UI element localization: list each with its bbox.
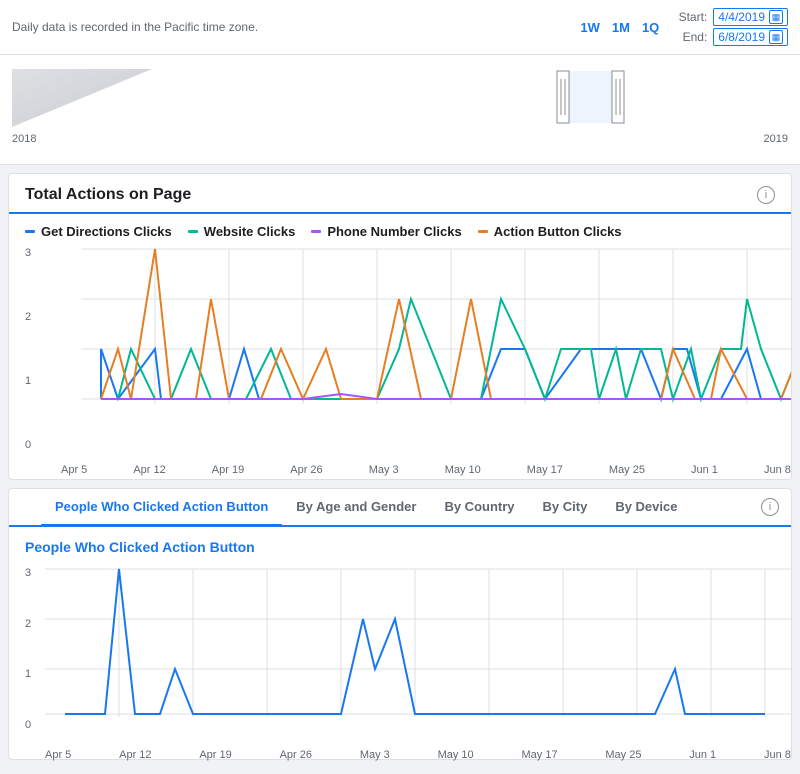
- y-label-b1: 1: [25, 668, 31, 680]
- tab-by-country[interactable]: By Country: [430, 489, 528, 526]
- legend-label-website: Website Clicks: [204, 224, 296, 239]
- legend-label-action: Action Button Clicks: [494, 224, 622, 239]
- x-label-b-apr12: Apr 12: [119, 749, 151, 761]
- legend-label-directions: Get Directions Clicks: [41, 224, 172, 239]
- y-label-b3: 3: [25, 567, 31, 579]
- x-label-may3: May 3: [369, 464, 399, 476]
- start-label: Start:: [675, 10, 707, 24]
- x-label-b-apr5: Apr 5: [45, 749, 71, 761]
- legend-action-button[interactable]: Action Button Clicks: [478, 224, 622, 239]
- total-actions-svg: [45, 239, 791, 459]
- legend-dot-phone: [311, 230, 321, 233]
- line-phone: [101, 394, 791, 399]
- start-date-input[interactable]: 4/4/2019 ▦: [713, 8, 788, 26]
- tab-age-gender[interactable]: By Age and Gender: [282, 489, 430, 526]
- y-axis-labels-bottom: 3 2 1 0: [25, 567, 31, 731]
- top-bar: Daily data is recorded in the Pacific ti…: [0, 0, 800, 55]
- y-label-b0: 0: [25, 719, 31, 731]
- total-actions-header: Total Actions on Page i: [9, 174, 791, 214]
- x-label-may10: May 10: [445, 464, 481, 476]
- start-date-value: 4/4/2019: [718, 10, 765, 24]
- x-label-jun1: Jun 1: [691, 464, 718, 476]
- y-label-0: 0: [25, 439, 31, 451]
- end-date-row: End: 6/8/2019 ▦: [675, 28, 788, 46]
- legend-dot-directions: [25, 230, 35, 233]
- x-label-apr12: Apr 12: [133, 464, 165, 476]
- x-label-b-apr26: Apr 26: [280, 749, 312, 761]
- total-actions-chart-container: 3 2 1 0: [9, 239, 791, 479]
- end-date-input[interactable]: 6/8/2019 ▦: [713, 28, 788, 46]
- y-label-3: 3: [25, 247, 31, 259]
- date-range: Start: 4/4/2019 ▦ End: 6/8/2019 ▦: [675, 8, 788, 46]
- legend-phone-clicks[interactable]: Phone Number Clicks: [311, 224, 461, 239]
- axis-label-2019: 2019: [764, 133, 788, 145]
- y-label-1: 1: [25, 375, 31, 387]
- x-axis-labels-bottom: Apr 5 Apr 12 Apr 19 Apr 26 May 3 May 10 …: [45, 747, 791, 761]
- time-range-buttons: 1W 1M 1Q: [576, 18, 663, 37]
- axis-label-2018: 2018: [12, 133, 36, 145]
- people-clicked-card: People Who Clicked Action Button By Age …: [8, 488, 792, 760]
- x-label-b-jun8: Jun 8: [764, 749, 791, 761]
- x-label-b-may25: May 25: [605, 749, 641, 761]
- start-date-row: Start: 4/4/2019 ▦: [675, 8, 788, 26]
- tabs-row: People Who Clicked Action Button By Age …: [25, 489, 761, 525]
- mini-chart-axis: 2018 2019: [12, 133, 788, 145]
- x-label-b-jun1: Jun 1: [689, 749, 716, 761]
- time-btn-1w[interactable]: 1W: [576, 18, 604, 37]
- legend-dot-action: [478, 230, 488, 233]
- x-label-jun8: Jun 8: [764, 464, 791, 476]
- legend-website-clicks[interactable]: Website Clicks: [188, 224, 296, 239]
- x-label-apr5: Apr 5: [61, 464, 87, 476]
- bottom-chart-svg: [45, 559, 791, 744]
- top-bar-right: 1W 1M 1Q Start: 4/4/2019 ▦ End: 6/8/2019…: [576, 8, 788, 46]
- total-actions-title: Total Actions on Page: [25, 186, 191, 204]
- x-label-b-may17: May 17: [521, 749, 557, 761]
- tab-by-city[interactable]: By City: [529, 489, 602, 526]
- x-label-apr19: Apr 19: [212, 464, 244, 476]
- total-actions-legend: Get Directions Clicks Website Clicks Pho…: [9, 214, 791, 239]
- y-label-b2: 2: [25, 618, 31, 630]
- x-label-apr26: Apr 26: [290, 464, 322, 476]
- x-label-b-apr19: Apr 19: [199, 749, 231, 761]
- time-btn-1q[interactable]: 1Q: [638, 18, 663, 37]
- legend-label-phone: Phone Number Clicks: [327, 224, 461, 239]
- end-date-value: 6/8/2019: [718, 30, 765, 44]
- total-actions-info-icon[interactable]: i: [757, 186, 775, 204]
- legend-dot-website: [188, 230, 198, 233]
- legend-get-directions[interactable]: Get Directions Clicks: [25, 224, 172, 239]
- timezone-note: Daily data is recorded in the Pacific ti…: [12, 20, 258, 34]
- end-calendar-icon[interactable]: ▦: [769, 30, 783, 44]
- x-label-may17: May 17: [527, 464, 563, 476]
- x-label-b-may10: May 10: [438, 749, 474, 761]
- time-btn-1m[interactable]: 1M: [608, 18, 634, 37]
- tab-by-device[interactable]: By Device: [601, 489, 691, 526]
- end-label: End:: [675, 30, 707, 44]
- y-label-2: 2: [25, 311, 31, 323]
- y-axis-labels-top: 3 2 1 0: [25, 247, 31, 451]
- mini-chart-area: 2018 2019: [0, 55, 800, 165]
- total-actions-card: Total Actions on Page i Get Directions C…: [8, 173, 792, 480]
- people-clicked-header: People Who Clicked Action Button By Age …: [9, 489, 791, 525]
- bottom-chart-title: People Who Clicked Action Button: [25, 539, 255, 555]
- slider-track[interactable]: [12, 69, 788, 129]
- tab-people-clicked[interactable]: People Who Clicked Action Button: [41, 489, 282, 526]
- x-label-may25: May 25: [609, 464, 645, 476]
- x-label-b-may3: May 3: [360, 749, 390, 761]
- line-action-button: [101, 249, 791, 399]
- bottom-chart-container: 3 2 1 0 Apr 5 Apr 12: [9, 559, 791, 759]
- x-axis-labels-top: Apr 5 Apr 12 Apr 19 Apr 26 May 3 May 10 …: [45, 462, 791, 476]
- mini-chart-svg: [12, 69, 788, 127]
- start-calendar-icon[interactable]: ▦: [769, 10, 783, 24]
- people-clicked-info-icon[interactable]: i: [761, 498, 779, 516]
